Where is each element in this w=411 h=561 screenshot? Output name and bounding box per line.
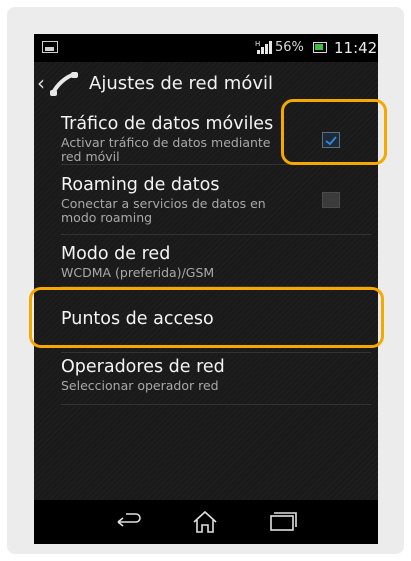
divider bbox=[61, 352, 371, 353]
recent-apps-icon[interactable] bbox=[267, 510, 297, 534]
setting-title: Roaming de datos bbox=[61, 175, 220, 195]
setting-network-mode[interactable]: Modo de red WCDMA (preferida)/GSM bbox=[61, 244, 351, 280]
divider bbox=[61, 404, 371, 405]
highlight-checkbox-annotation bbox=[281, 99, 387, 165]
setting-subtitle: Activar tráfico de datos mediante red mó… bbox=[61, 135, 271, 164]
back-icon[interactable] bbox=[114, 510, 144, 532]
battery-percent: 56% bbox=[275, 40, 304, 55]
signal-badge: H bbox=[255, 40, 260, 48]
notification-image-icon bbox=[42, 41, 58, 53]
clock: 11:42 bbox=[334, 39, 378, 57]
setting-subtitle: Conectar a servicios de datos en modo ro… bbox=[61, 196, 266, 225]
setting-title: Operadores de red bbox=[61, 357, 225, 377]
setting-title: Modo de red bbox=[61, 244, 171, 264]
setting-subtitle: Seleccionar operador red bbox=[61, 378, 219, 393]
phone-handset-icon[interactable] bbox=[49, 71, 79, 97]
setting-data-roaming[interactable]: Roaming de datos Conectar a servicios de… bbox=[61, 175, 351, 225]
battery-icon bbox=[313, 42, 327, 53]
navigation-bar bbox=[34, 500, 378, 544]
signal-strength-icon: H bbox=[255, 40, 272, 54]
status-bar: H 56% 11:42 bbox=[34, 34, 378, 62]
up-navigation-icon[interactable]: ‹ bbox=[37, 71, 45, 95]
screen-title: Ajustes de red móvil bbox=[89, 73, 273, 94]
home-icon[interactable] bbox=[190, 510, 220, 534]
setting-subtitle: WCDMA (preferida)/GSM bbox=[61, 265, 215, 280]
setting-network-operators[interactable]: Operadores de red Seleccionar operador r… bbox=[61, 357, 351, 393]
divider bbox=[61, 234, 371, 235]
data-roaming-checkbox[interactable] bbox=[322, 192, 340, 208]
highlight-access-points-annotation bbox=[29, 287, 384, 348]
